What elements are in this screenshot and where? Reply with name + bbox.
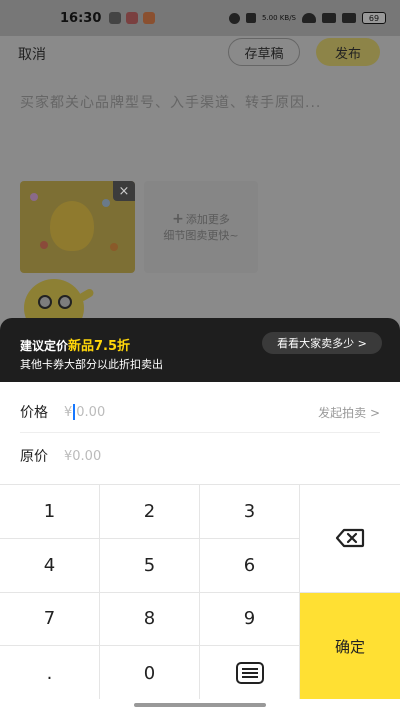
confetti-decoration bbox=[40, 241, 48, 249]
suggested-discount: 新品7.5折 bbox=[68, 339, 131, 354]
key-4[interactable]: 4 bbox=[0, 538, 100, 593]
save-draft-button[interactable]: 存草稿 bbox=[228, 38, 300, 66]
alarm-icon bbox=[228, 12, 240, 24]
plus-icon: + bbox=[172, 211, 184, 227]
add-more-line: + 添加更多 bbox=[172, 211, 230, 227]
mascot-image bbox=[50, 201, 94, 251]
suggested-price-prefix: 建议定价 bbox=[20, 339, 69, 353]
key-0[interactable]: 0 bbox=[100, 646, 200, 700]
wifi-icon bbox=[302, 13, 316, 23]
start-auction-link[interactable]: 发起拍卖 > bbox=[318, 404, 380, 421]
price-placeholder: 0.00 bbox=[76, 404, 106, 420]
key-6[interactable]: 6 bbox=[200, 538, 300, 593]
key-7[interactable]: 7 bbox=[0, 592, 100, 647]
battery-icon: 69 bbox=[362, 12, 386, 24]
mascot-eye bbox=[58, 295, 72, 309]
taobao-icon bbox=[143, 12, 156, 24]
key-3[interactable]: 3 bbox=[200, 485, 300, 539]
notification-icons bbox=[109, 12, 156, 24]
key-5[interactable]: 5 bbox=[100, 538, 200, 593]
text-cursor bbox=[73, 404, 76, 420]
confetti-decoration bbox=[30, 193, 38, 201]
suggestion-detail: 其他卡券大部分以此折扣卖出 bbox=[20, 358, 163, 371]
price-form: 价格 ¥0.00 发起拍卖 > 原价 ¥0.00 bbox=[0, 382, 400, 484]
status-bar: 16:30 5.00 KB/S 69 bbox=[0, 0, 400, 36]
hd-icon bbox=[322, 13, 336, 23]
confirm-button[interactable]: 确定 bbox=[300, 592, 400, 700]
net-speed: 5.00 KB/S bbox=[261, 13, 296, 22]
mute-icon bbox=[245, 13, 256, 23]
original-price-label: 原价 bbox=[20, 449, 48, 465]
confetti-decoration bbox=[102, 199, 110, 207]
key-8[interactable]: 8 bbox=[100, 592, 200, 647]
confetti-decoration bbox=[110, 243, 118, 251]
price-suggestion-banner: 建议定价新品7.5折 其他卡券大部分以此折扣卖出 看看大家卖多少 > bbox=[0, 318, 400, 382]
numeric-keypad: 1 2 3 4 5 6 7 8 9 . 0 确定 bbox=[0, 484, 400, 700]
cancel-button[interactable]: 取消 bbox=[18, 44, 46, 64]
keyboard-icon bbox=[235, 662, 264, 685]
signal-icon bbox=[342, 13, 356, 23]
status-time: 16:30 bbox=[60, 10, 102, 26]
description-input[interactable]: 买家都关心品牌型号、入手渠道、转手原因... bbox=[20, 92, 321, 112]
currency-symbol: ¥ bbox=[64, 404, 73, 420]
wechat-icon bbox=[109, 12, 122, 24]
system-icons: 5.00 KB/S 69 bbox=[228, 12, 386, 24]
original-price-input[interactable]: ¥0.00 bbox=[64, 449, 101, 464]
add-more-hint: 细节图卖更快~ bbox=[163, 229, 239, 242]
key-decimal[interactable]: . bbox=[0, 646, 100, 700]
price-label: 价格 bbox=[20, 405, 48, 421]
publish-button[interactable]: 发布 bbox=[316, 38, 380, 66]
backspace-button[interactable] bbox=[300, 485, 400, 593]
price-row[interactable]: 价格 ¥0.00 发起拍卖 > bbox=[0, 388, 400, 436]
key-2[interactable]: 2 bbox=[100, 485, 200, 539]
price-input[interactable]: ¥0.00 bbox=[64, 404, 105, 420]
suggested-price-text: 建议定价新品7.5折 bbox=[20, 335, 130, 354]
uploaded-photo[interactable]: × bbox=[20, 181, 135, 273]
navigation-bar bbox=[0, 699, 400, 711]
home-indicator[interactable] bbox=[134, 703, 266, 707]
mascot-arm bbox=[77, 287, 95, 303]
original-price-row[interactable]: 原价 ¥0.00 bbox=[0, 432, 400, 480]
app-icon bbox=[126, 12, 139, 24]
key-1[interactable]: 1 bbox=[0, 485, 100, 539]
mascot-eye bbox=[38, 295, 52, 309]
add-photo-button[interactable]: + 添加更多 细节图卖更快~ bbox=[144, 181, 258, 273]
hide-keyboard-button[interactable] bbox=[200, 646, 300, 700]
see-others-price-button[interactable]: 看看大家卖多少 > bbox=[262, 332, 382, 354]
remove-photo-icon[interactable]: × bbox=[113, 181, 135, 201]
add-more-label: 添加更多 bbox=[185, 213, 230, 226]
key-9[interactable]: 9 bbox=[200, 592, 300, 647]
backspace-icon bbox=[335, 529, 365, 548]
header: 取消 存草稿 发布 bbox=[0, 36, 400, 72]
